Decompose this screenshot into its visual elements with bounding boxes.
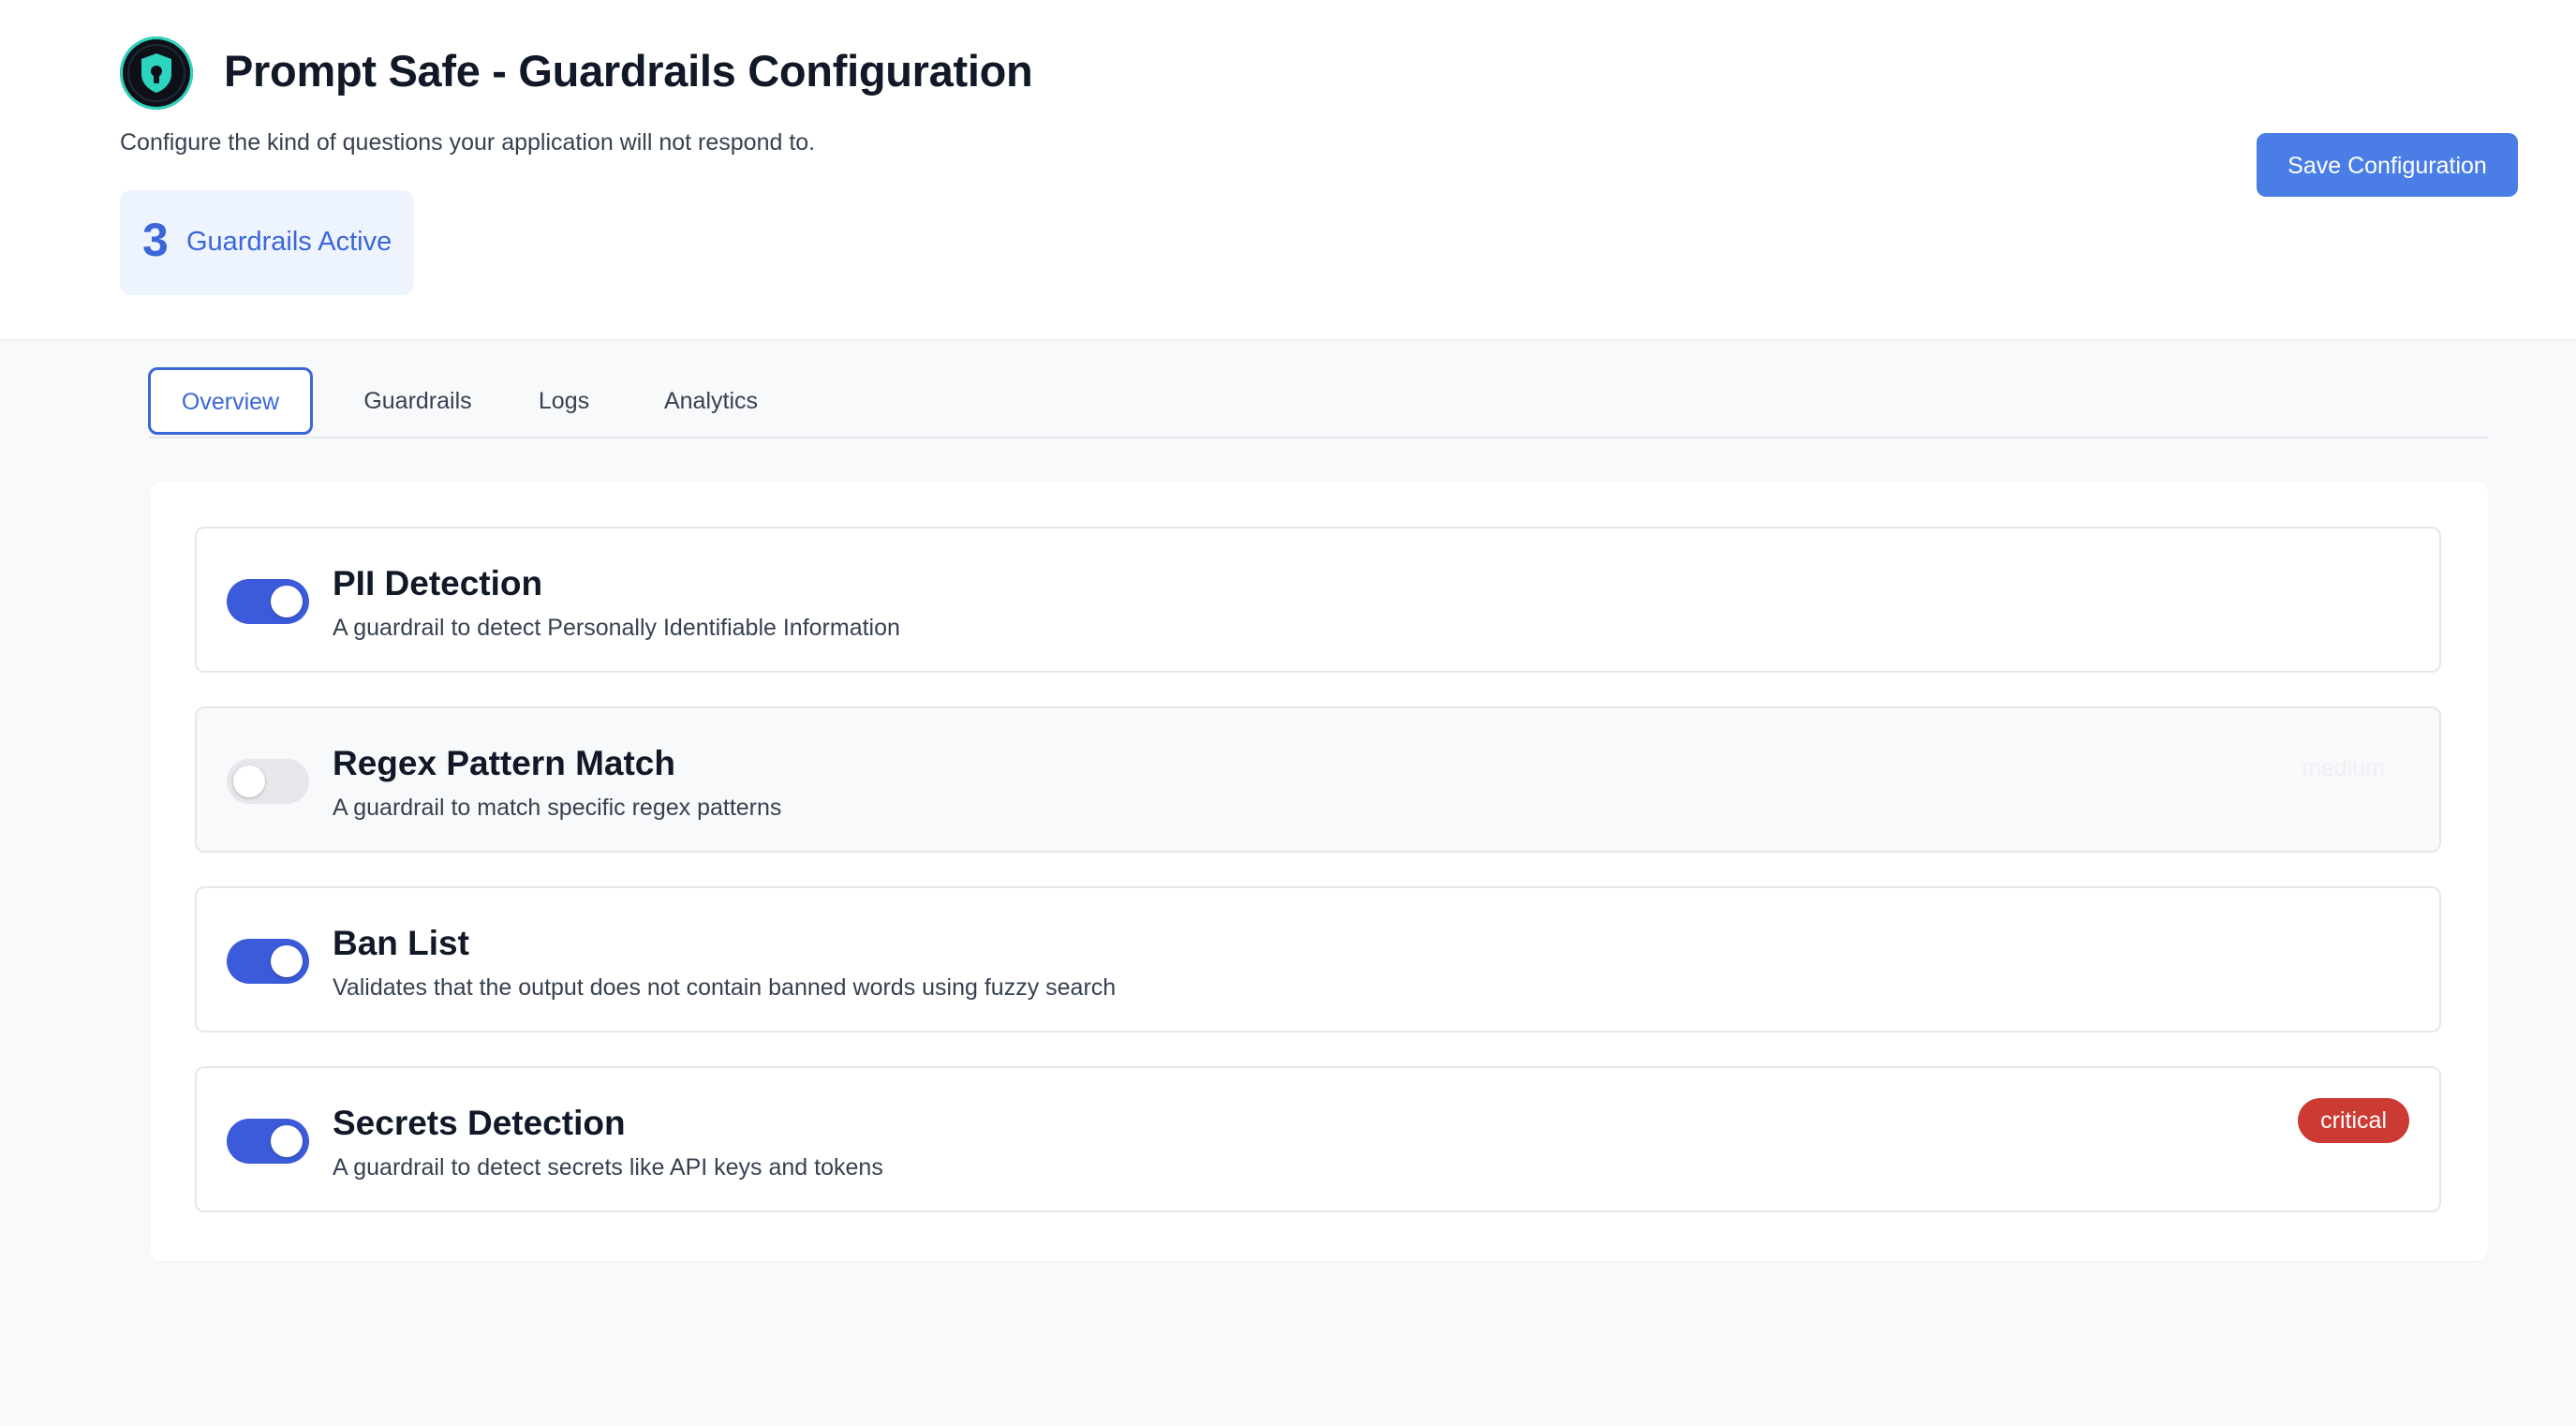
active-guardrails-summary: 3 Guardrails Active — [120, 190, 414, 295]
toggle-knob — [271, 945, 303, 977]
page-title: Prompt Safe - Guardrails Configuration — [224, 46, 1033, 96]
ban-list-toggle[interactable] — [227, 939, 309, 984]
tab-analytics[interactable]: Analytics — [633, 367, 789, 435]
active-guardrails-count: 3 — [142, 214, 169, 266]
guardrail-title: PII Detection — [333, 564, 543, 602]
active-guardrails-label: Guardrails Active — [186, 227, 392, 257]
toggle-knob — [271, 1125, 303, 1157]
guardrail-description: A guardrail to detect Personally Identif… — [333, 615, 900, 641]
guardrail-card-regex-pattern-match: Regex Pattern Match A guardrail to match… — [195, 706, 2441, 853]
regex-pattern-match-toggle[interactable] — [227, 759, 309, 804]
pii-detection-toggle[interactable] — [227, 579, 309, 624]
tab-bar: Overview Guardrails Logs Analytics — [148, 367, 2488, 438]
tab-overview[interactable]: Overview — [148, 367, 313, 435]
shield-lock-icon — [127, 44, 185, 102]
guardrail-title: Regex Pattern Match — [333, 744, 675, 782]
guardrail-description: A guardrail to detect secrets like API k… — [333, 1154, 883, 1181]
secrets-detection-toggle[interactable] — [227, 1119, 309, 1164]
guardrail-card-pii-detection: PII Detection A guardrail to detect Pers… — [195, 527, 2441, 673]
save-configuration-button[interactable]: Save Configuration — [2257, 133, 2518, 197]
severity-badge: medium — [2302, 755, 2385, 781]
prompt-safe-logo — [120, 37, 193, 110]
tab-logs[interactable]: Logs — [521, 367, 607, 435]
toggle-knob — [233, 765, 265, 797]
guardrail-title: Secrets Detection — [333, 1104, 626, 1142]
guardrail-title: Ban List — [333, 924, 469, 962]
guardrail-description: Validates that the output does not conta… — [333, 974, 1117, 1001]
guardrail-card-ban-list: Ban List Validates that the output does … — [195, 886, 2441, 1032]
tab-guardrails[interactable]: Guardrails — [341, 367, 495, 435]
severity-badge-critical: critical — [2298, 1098, 2409, 1143]
toggle-knob — [271, 586, 303, 617]
guardrail-card-secrets-detection: Secrets Detection A guardrail to detect … — [195, 1066, 2441, 1212]
page-header: Prompt Safe - Guardrails Configuration C… — [0, 0, 2576, 341]
page-subtitle: Configure the kind of questions your app… — [120, 129, 816, 156]
guardrail-description: A guardrail to match specific regex patt… — [333, 795, 782, 821]
guardrails-panel: PII Detection A guardrail to detect Pers… — [150, 482, 2488, 1261]
